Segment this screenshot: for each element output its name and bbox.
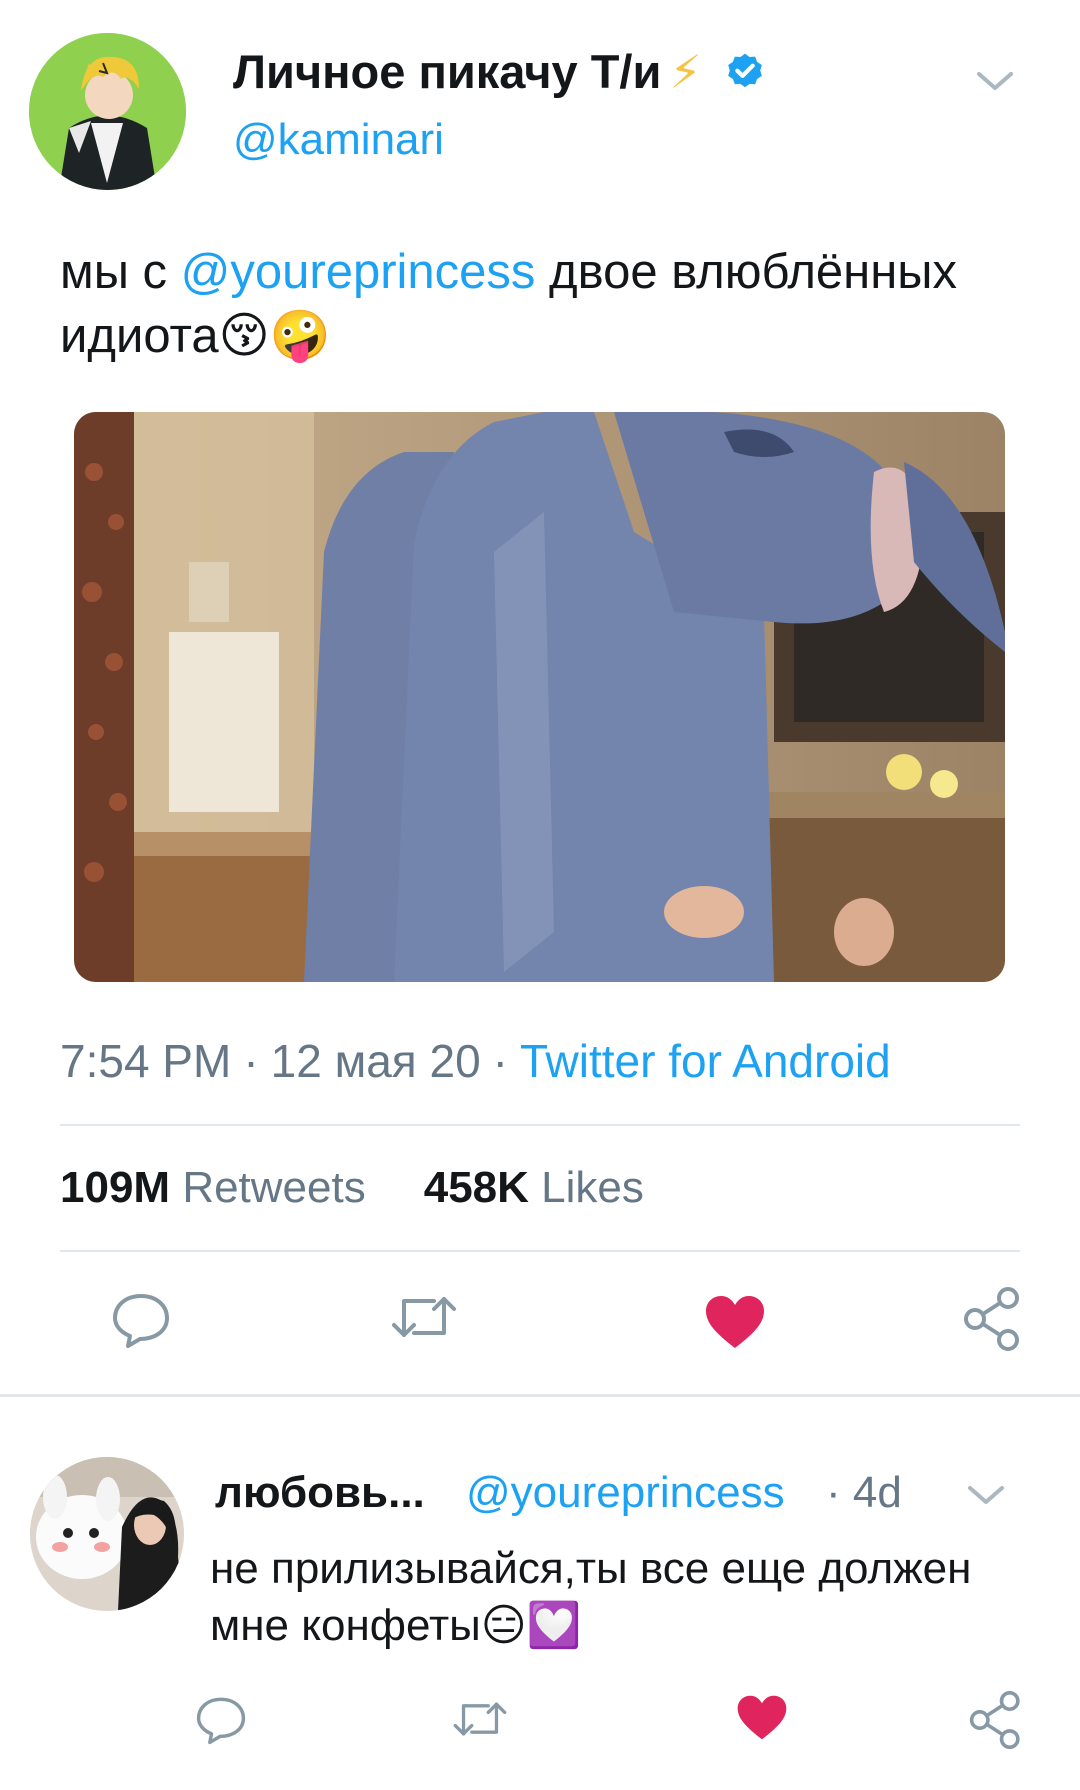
- reply-time: · 4d: [826, 1468, 902, 1517]
- meta-separator: ·: [243, 1035, 259, 1087]
- retweet-icon[interactable]: [390, 1291, 458, 1343]
- likes-label: Likes: [541, 1163, 644, 1212]
- tweet-text: мы с @youreprincess двое влюблённых идио…: [60, 240, 1020, 368]
- retweet-icon[interactable]: [452, 1697, 508, 1741]
- divider: [60, 1124, 1020, 1126]
- chevron-down-icon[interactable]: [966, 1484, 1006, 1508]
- verified-badge-icon: [727, 53, 762, 87]
- heart-icon[interactable]: [736, 1694, 788, 1741]
- tweet-text-prefix: мы с: [60, 245, 181, 299]
- retweets-stat[interactable]: 109M Retweets: [60, 1163, 366, 1212]
- reply-text: не прилизывайся,ты все еще должен мне ко…: [210, 1540, 1030, 1654]
- reply-icon[interactable]: [110, 1291, 172, 1349]
- share-icon[interactable]: [968, 1690, 1026, 1750]
- meta-separator: ·: [492, 1035, 508, 1087]
- tweet-emojis: 😚🤪: [218, 307, 331, 364]
- heart-icon[interactable]: [704, 1294, 766, 1350]
- section-divider: [0, 1394, 1080, 1397]
- divider: [60, 1250, 1020, 1252]
- share-icon[interactable]: [962, 1286, 1026, 1352]
- author-avatar[interactable]: [29, 33, 186, 190]
- tweet-time: 7:54 PM: [60, 1035, 232, 1087]
- retweets-count: 109M: [60, 1163, 171, 1212]
- reply-author-name[interactable]: любовь...: [215, 1468, 425, 1518]
- lightning-bolt-icon: ⚡: [669, 45, 702, 98]
- reply-author-avatar[interactable]: [30, 1457, 184, 1611]
- author-name[interactable]: Личное пикачу Т/и: [233, 44, 661, 99]
- likes-count: 458K: [423, 1163, 529, 1212]
- author-name-row[interactable]: Личное пикачу Т/и ⚡: [233, 44, 766, 99]
- reply-author-handle[interactable]: @youreprincess: [466, 1468, 785, 1518]
- author-handle[interactable]: @kaminari: [233, 115, 444, 165]
- tweet-mention-link[interactable]: @youreprincess: [181, 245, 536, 299]
- reply-icon[interactable]: [194, 1695, 248, 1745]
- retweets-label: Retweets: [182, 1163, 366, 1212]
- tweet-stats: 109M Retweets 458K Likes: [60, 1163, 644, 1213]
- reply-emojis: 😑💟: [480, 1600, 582, 1651]
- tweet-source-link[interactable]: Twitter for Android: [520, 1035, 891, 1087]
- tweet-photo[interactable]: [74, 412, 1005, 982]
- reply-text-body: не прилизывайся,ты все еще должен мне ко…: [210, 1544, 972, 1650]
- likes-stat[interactable]: 458K Likes: [424, 1163, 644, 1212]
- chevron-down-icon[interactable]: [975, 70, 1015, 94]
- tweet-date: 12 мая 20: [270, 1035, 481, 1087]
- tweet-meta: 7:54 PM · 12 мая 20 · Twitter for Android: [60, 1034, 891, 1088]
